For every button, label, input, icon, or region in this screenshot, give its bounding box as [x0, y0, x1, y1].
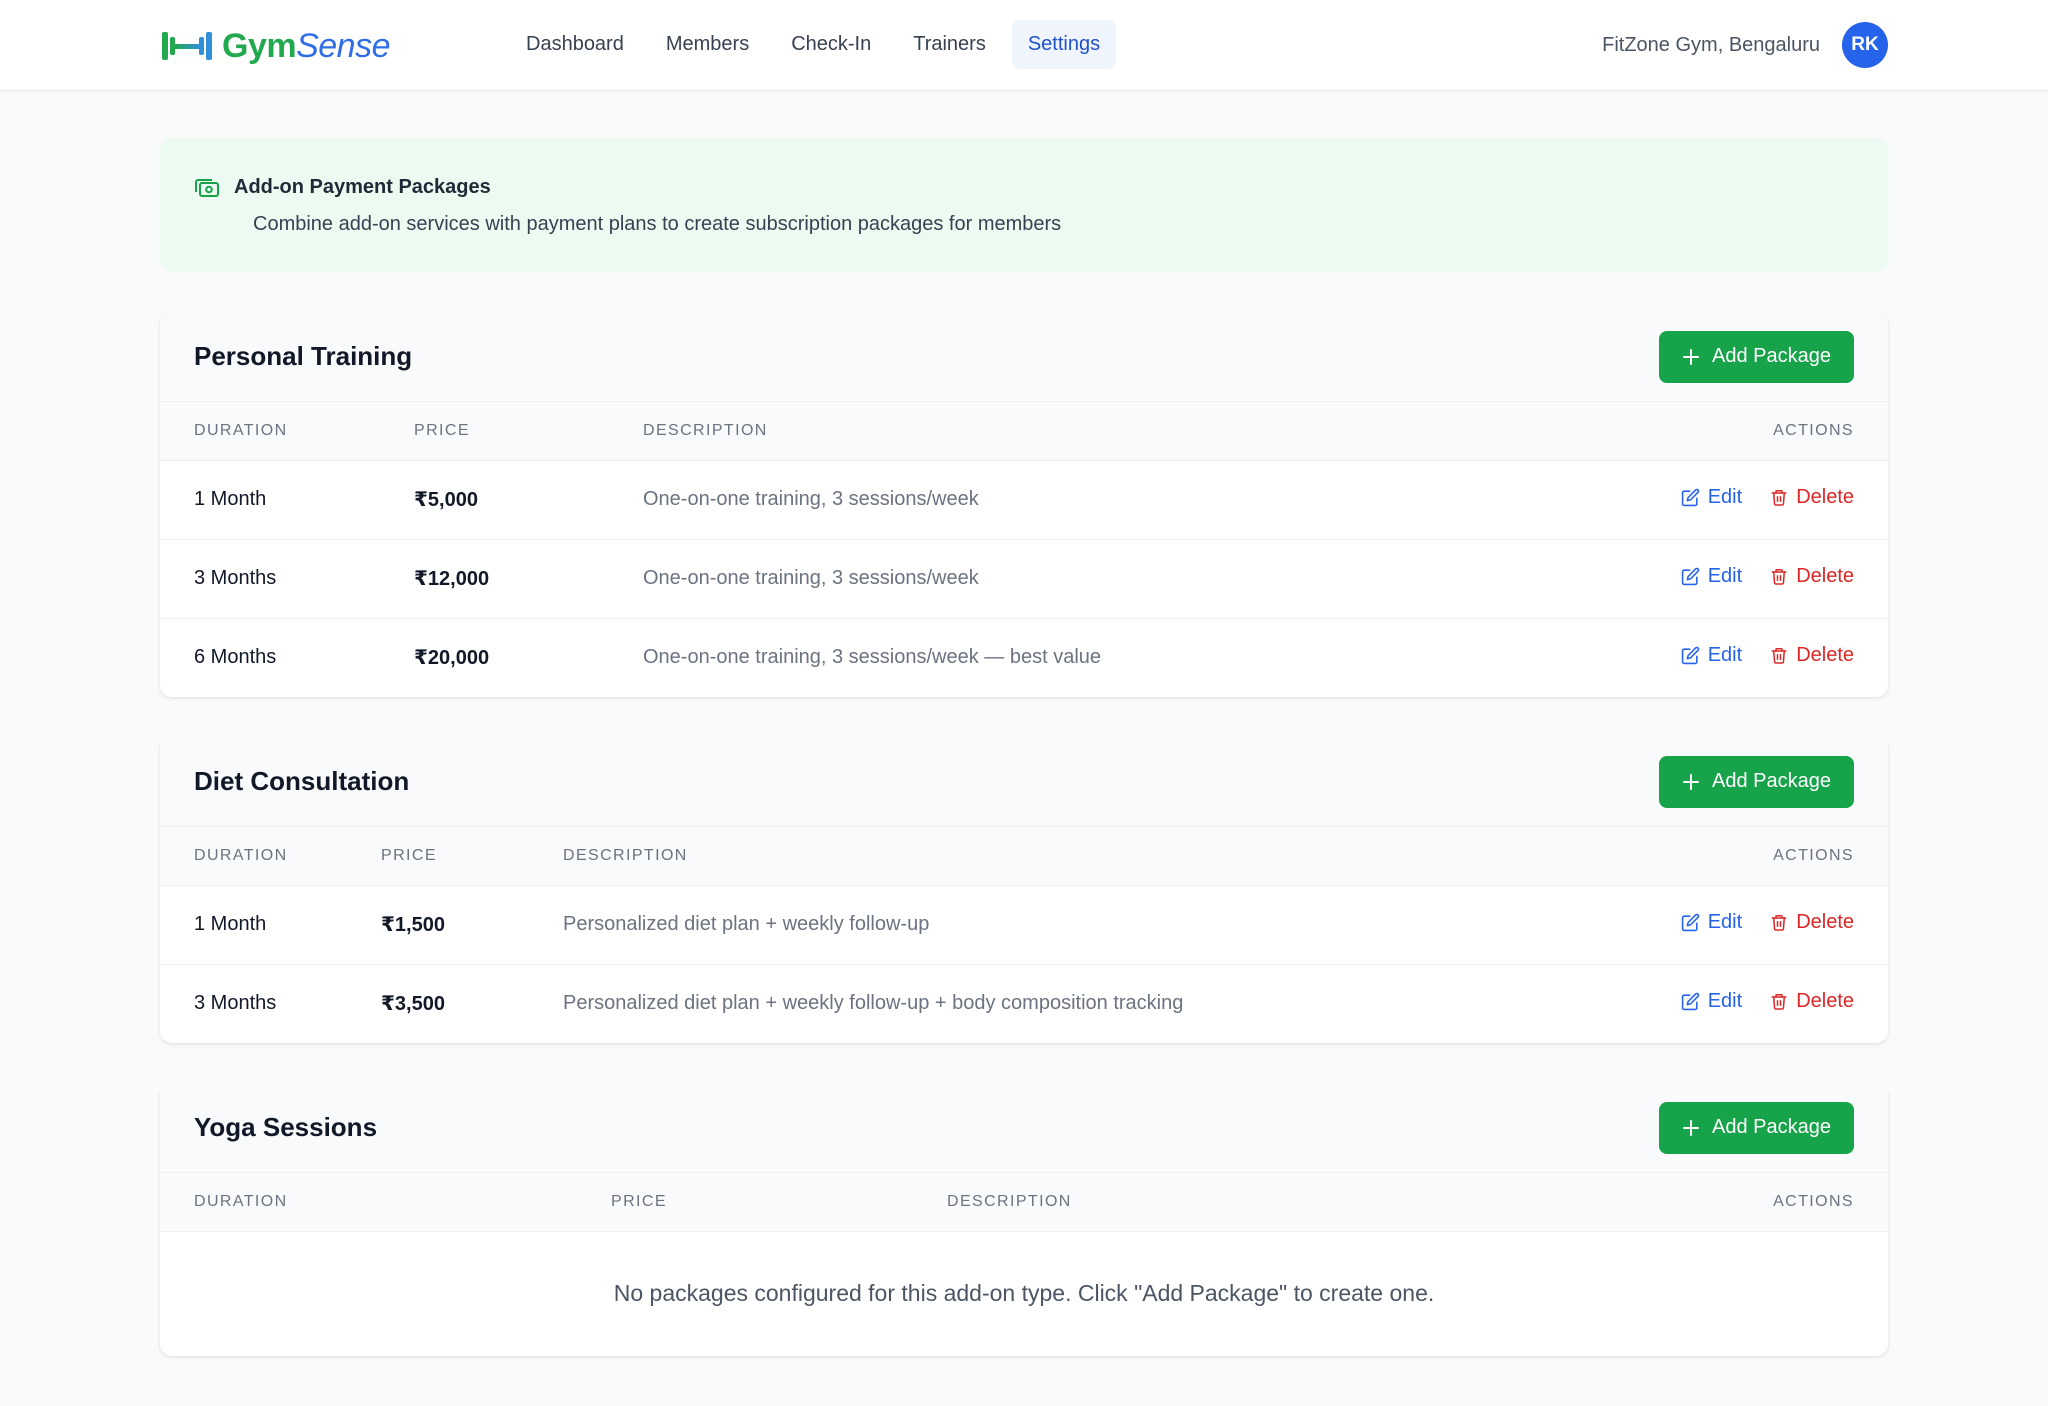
empty-state-message: No packages configured for this add-on t…	[613, 1280, 1435, 1306]
top-navigation: GymSense Dashboard Members Check-In Trainer…	[0, 0, 2048, 91]
table-row: 1 Month ₹1,500 Personalized diet plan + we…	[160, 885, 1888, 965]
nav-link-members[interactable]: Members	[650, 20, 765, 69]
row-description: One-on-one training, 3 sessions/week	[643, 539, 1648, 619]
card-header: Yoga Sessions Add Package	[160, 1083, 1888, 1173]
section-title: Yoga Sessions	[194, 1112, 378, 1142]
col-duration: DURATION	[160, 402, 414, 461]
table-row: 1 Month ₹5,000 One-on-one training, 3 sess…	[160, 460, 1888, 540]
row-price: ₹3,500	[381, 993, 445, 1016]
gym-name: FitZone Gym, Bengaluru	[1602, 33, 1820, 56]
edit-button[interactable]: Edit	[1681, 644, 1742, 667]
table-row: 3 Months ₹3,500 Personalized diet plan + w…	[160, 964, 1888, 1043]
edit-icon	[1681, 567, 1699, 586]
packages-table: DURATION PRICE DESCRIPTION ACTIONS	[160, 1173, 1888, 1232]
package-card-yoga-sessions: Yoga Sessions Add Package DURATION PRICE DES…	[160, 1083, 1888, 1356]
row-description: Personalized diet plan + weekly follow-u…	[563, 885, 1648, 965]
package-sections: Personal Training Add Package DURATION PRIC…	[160, 312, 1888, 1356]
row-duration: 6 Months	[194, 646, 277, 669]
section-title: Diet Consultation	[194, 766, 410, 796]
col-description: DESCRIPTION	[563, 827, 1648, 886]
row-duration: 3 Months	[194, 992, 277, 1015]
col-price: PRICE	[381, 827, 563, 886]
brand-name: GymSense	[222, 26, 390, 65]
package-card-diet-consultation: Diet Consultation Add Package DURATION PRIC…	[160, 737, 1888, 1043]
row-duration: 1 Month	[160, 460, 414, 540]
main-nav: Dashboard Members Check-In Trainers Settings	[510, 20, 1117, 69]
row-price: ₹5,000	[414, 460, 643, 540]
delete-button[interactable]: Delete	[1770, 486, 1854, 509]
row-price: ₹12,000	[414, 539, 643, 619]
add-package-button[interactable]: Add Package	[1659, 1101, 1854, 1154]
col-actions: ACTIONS	[1648, 1173, 1888, 1232]
row-duration: 3 Months	[160, 539, 414, 619]
packages-table: DURATION PRICE DESCRIPTION ACTIONS 1 Month ₹1…	[160, 827, 1888, 1043]
col-description: DESCRIPTION	[947, 1173, 1648, 1232]
card-header: Personal Training Add Package	[160, 312, 1888, 402]
trash-icon	[1771, 569, 1787, 585]
avatar[interactable]: RK	[1842, 22, 1888, 68]
edit-icon	[1681, 913, 1699, 932]
row-description: One-on-one training, 3 sessions/week — b…	[643, 646, 1102, 669]
edit-button[interactable]: Edit	[1681, 565, 1742, 588]
nav-link-trainers[interactable]: Trainers	[897, 20, 1002, 69]
col-duration: DURATION	[160, 1173, 611, 1232]
table-row: 3 Months ₹12,000 One-on-one training, 3 se…	[160, 539, 1888, 619]
card-header: Diet Consultation Add Package	[160, 737, 1888, 827]
packages-table: DURATION PRICE DESCRIPTION ACTIONS 1 Month ₹5…	[160, 402, 1888, 697]
banner-description: Combine add-on services with payment pla…	[253, 213, 1062, 235]
header-right: FitZone Gym, Bengaluru RK	[1602, 22, 1888, 68]
col-actions: ACTIONS	[1648, 402, 1888, 461]
row-price: ₹20,000	[414, 647, 490, 670]
delete-button[interactable]: Delete	[1770, 990, 1854, 1013]
trash-icon	[1771, 648, 1787, 664]
row-description: Personalized diet plan + weekly follow-u…	[563, 992, 1184, 1015]
nav-link-check-in[interactable]: Check-In	[775, 20, 887, 69]
col-duration: DURATION	[160, 827, 381, 886]
row-price: ₹1,500	[381, 885, 563, 965]
edit-button[interactable]: Edit	[1681, 990, 1742, 1013]
edit-icon	[1681, 646, 1699, 665]
info-banner: Add-on Payment Packages Combine add-on s…	[160, 138, 1888, 272]
main-content: Add-on Payment Packages Combine add-on s…	[160, 138, 1888, 1356]
plus-icon	[1683, 1119, 1700, 1136]
nav-link-dashboard[interactable]: Dashboard	[510, 20, 640, 69]
row-description: One-on-one training, 3 sessions/week	[643, 460, 1648, 540]
add-package-button[interactable]: Add Package	[1659, 330, 1854, 383]
banner-title: Add-on Payment Packages	[234, 176, 491, 198]
delete-button[interactable]: Delete	[1770, 644, 1854, 667]
edit-button[interactable]: Edit	[1681, 486, 1742, 509]
brand-logo[interactable]: GymSense	[160, 26, 390, 66]
plus-icon	[1683, 348, 1700, 365]
nav-link-settings[interactable]: Settings	[1011, 20, 1117, 69]
trash-icon	[1771, 994, 1787, 1010]
col-price: PRICE	[414, 402, 643, 461]
trash-icon	[1771, 490, 1787, 506]
edit-icon	[1681, 992, 1699, 1011]
table-row: 6 Months ₹20,000 One-on-one training, 3 se…	[160, 618, 1888, 697]
edit-icon	[1681, 488, 1699, 507]
col-actions: ACTIONS	[1648, 827, 1888, 886]
add-package-button[interactable]: Add Package	[1659, 755, 1854, 808]
delete-button[interactable]: Delete	[1770, 911, 1854, 934]
delete-button[interactable]: Delete	[1770, 565, 1854, 588]
package-card-personal-training: Personal Training Add Package DURATION PRIC…	[160, 312, 1888, 697]
plus-icon	[1683, 773, 1700, 790]
row-duration: 1 Month	[160, 885, 381, 965]
col-description: DESCRIPTION	[643, 402, 1648, 461]
edit-button[interactable]: Edit	[1681, 911, 1742, 934]
section-title: Personal Training	[194, 341, 413, 371]
col-price: PRICE	[611, 1173, 947, 1232]
trash-icon	[1771, 915, 1787, 931]
dumbbell-icon	[162, 32, 212, 60]
money-icon	[195, 178, 219, 197]
